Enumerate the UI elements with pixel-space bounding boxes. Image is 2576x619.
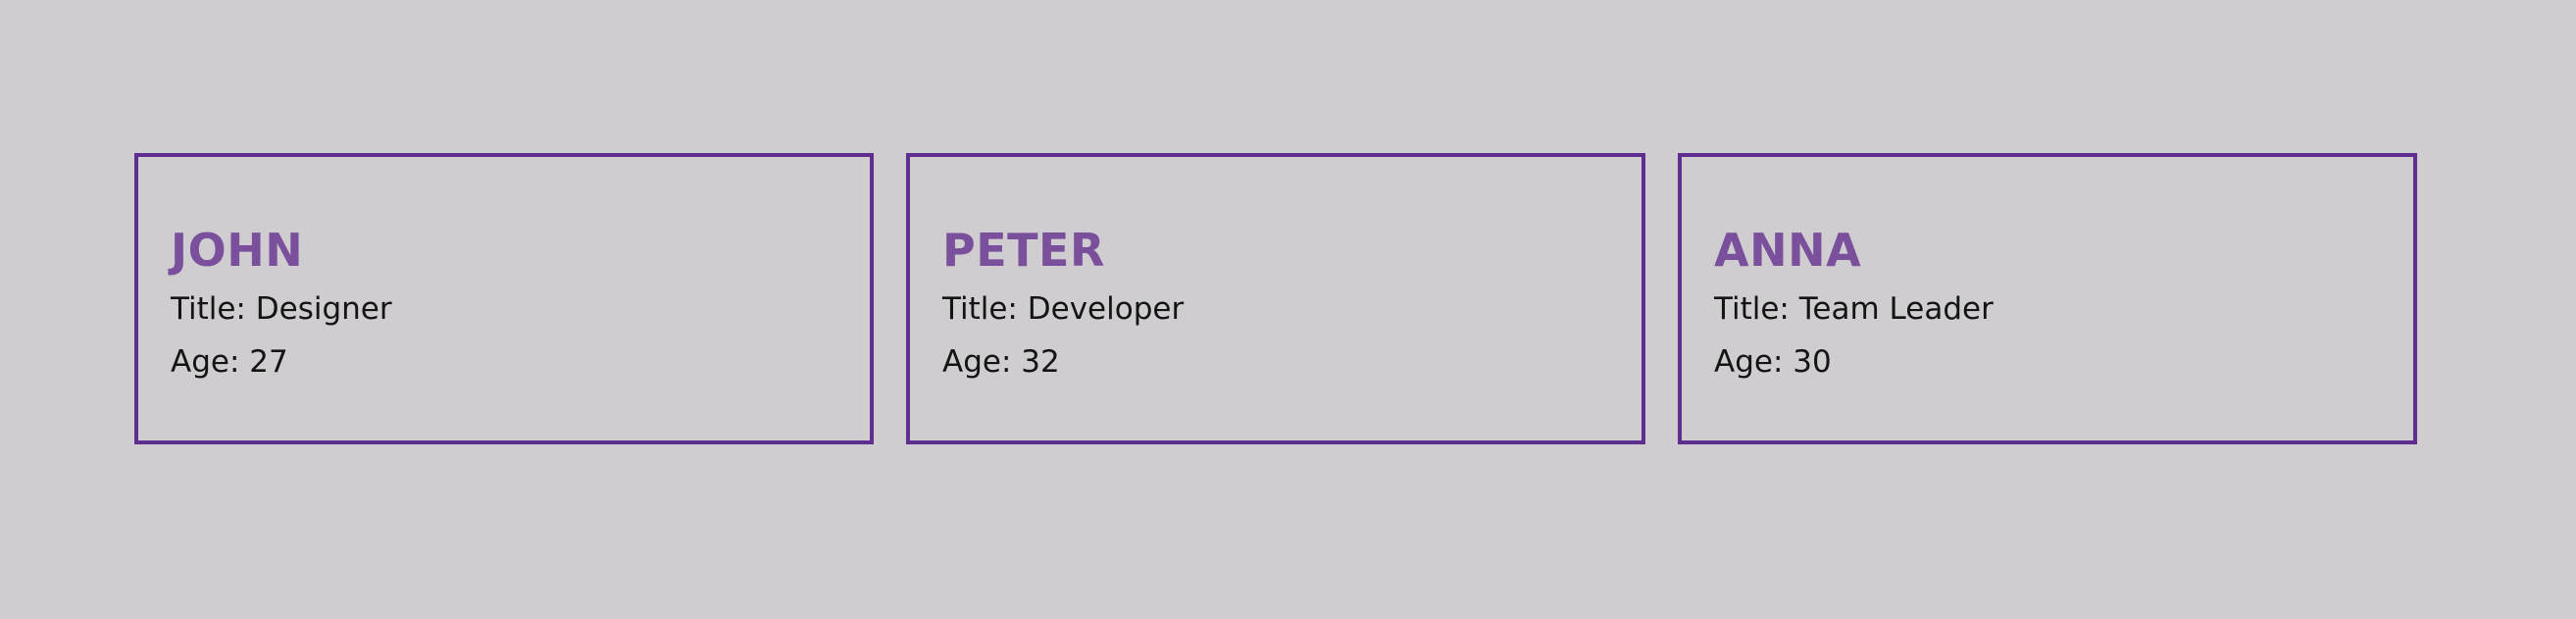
title-value: Developer bbox=[1027, 291, 1185, 327]
profile-card-list: JOHN Title: Designer Age: 27 PETER Title… bbox=[134, 153, 2417, 444]
profile-title-row: Title: Developer bbox=[942, 290, 1642, 328]
profile-age-row: Age: 30 bbox=[1714, 343, 2413, 381]
profile-card: PETER Title: Developer Age: 32 bbox=[906, 153, 1645, 444]
profile-name: PETER bbox=[942, 224, 1105, 277]
age-value: 27 bbox=[249, 344, 288, 380]
profile-card: JOHN Title: Designer Age: 27 bbox=[134, 153, 874, 444]
age-value: 30 bbox=[1793, 344, 1832, 380]
title-value: Team Leader bbox=[1798, 291, 1994, 327]
profile-age-row: Age: 32 bbox=[942, 343, 1642, 381]
age-label: Age: bbox=[1714, 344, 1784, 380]
age-value: 32 bbox=[1021, 344, 1060, 380]
title-value: Designer bbox=[255, 291, 392, 327]
profile-title-row: Title: Designer bbox=[171, 290, 870, 328]
profile-age-row: Age: 27 bbox=[171, 343, 870, 381]
profile-name: JOHN bbox=[171, 224, 304, 277]
profile-title-row: Title: Team Leader bbox=[1714, 290, 2413, 328]
profile-card: ANNA Title: Team Leader Age: 30 bbox=[1678, 153, 2417, 444]
age-label: Age: bbox=[942, 344, 1012, 380]
age-label: Age: bbox=[171, 344, 240, 380]
title-label: Title: bbox=[171, 291, 246, 327]
title-label: Title: bbox=[942, 291, 1018, 327]
profile-name: ANNA bbox=[1714, 224, 1862, 277]
title-label: Title: bbox=[1714, 291, 1790, 327]
